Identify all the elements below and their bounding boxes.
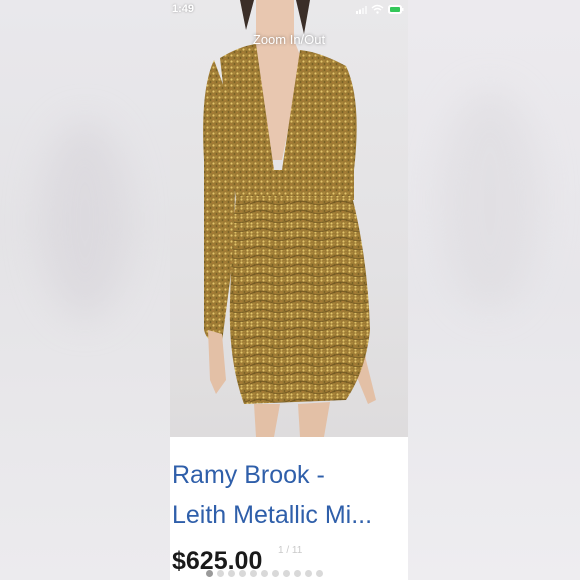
- image-counter: 1 / 11: [278, 545, 303, 556]
- product-title-line-2[interactable]: Leith Metallic Mi...: [172, 501, 372, 530]
- product-title-line-1[interactable]: Ramy Brook -: [172, 461, 325, 490]
- dress-image: [203, 0, 376, 437]
- carousel-dot[interactable]: [239, 570, 246, 577]
- phone-screen: 1:49 Zoom In/Out Ramy Brook - Leith Meta…: [170, 0, 408, 580]
- status-time: 1:49: [172, 3, 195, 15]
- carousel-dot[interactable]: [316, 570, 323, 577]
- product-photo[interactable]: 1:49 Zoom In/Out: [170, 0, 408, 437]
- carousel-dots[interactable]: [206, 570, 356, 580]
- carousel-dot[interactable]: [294, 570, 301, 577]
- carousel-dot[interactable]: [206, 570, 213, 577]
- carousel-dot[interactable]: [217, 570, 224, 577]
- backdrop-blur: [40, 120, 130, 320]
- carousel-dot[interactable]: [272, 570, 279, 577]
- carousel-dot[interactable]: [250, 570, 257, 577]
- backdrop-blur: [440, 90, 540, 310]
- signal-icon: [356, 6, 367, 14]
- zoom-hint: Zoom In/Out: [252, 32, 326, 47]
- carousel-dot[interactable]: [283, 570, 290, 577]
- carousel-dot[interactable]: [261, 570, 268, 577]
- carousel-dot[interactable]: [305, 570, 312, 577]
- wifi-icon: [371, 4, 384, 14]
- battery-icon: [388, 5, 404, 14]
- status-bar: 1:49: [170, 0, 408, 20]
- carousel-dot[interactable]: [228, 570, 235, 577]
